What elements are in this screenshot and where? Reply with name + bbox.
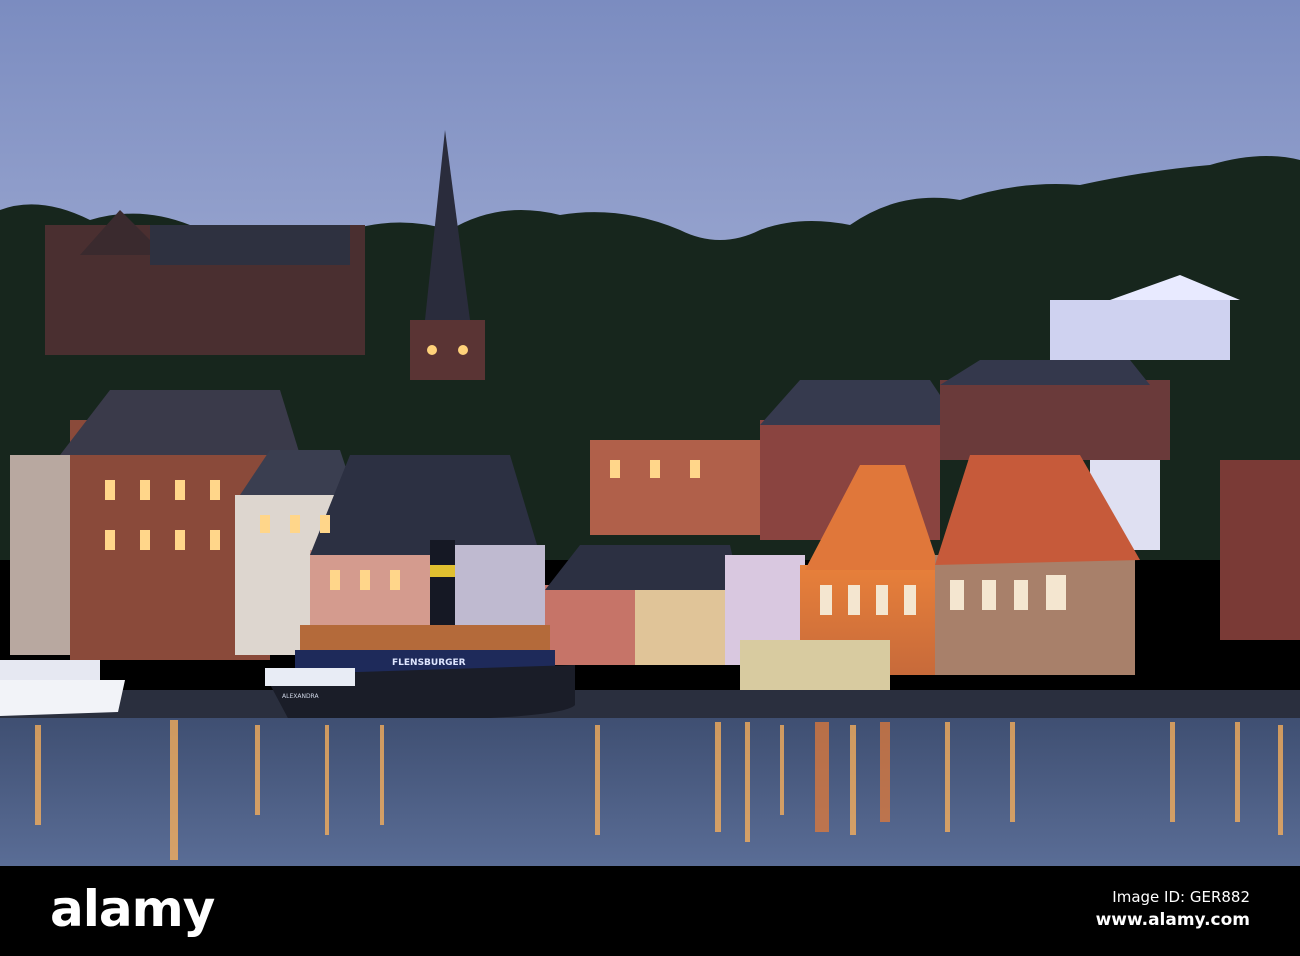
quay (0, 690, 1300, 718)
watermark-url: www.alamy.com (1095, 910, 1250, 930)
small-kiosk (740, 640, 890, 690)
photo: FLENSBURGER ALEXANDRA alamy Image ID: GE… (0, 0, 1300, 956)
ship-banner-text: FLENSBURGER (392, 658, 466, 668)
alamy-logo: alamy (50, 880, 215, 938)
ship-name-text: ALEXANDRA (282, 693, 319, 700)
water (0, 718, 1300, 866)
white-ferry (0, 660, 125, 716)
hilltop-school (45, 210, 365, 355)
harbour-scene (0, 0, 1300, 866)
image-id: Image ID: GER882 (1112, 888, 1250, 906)
